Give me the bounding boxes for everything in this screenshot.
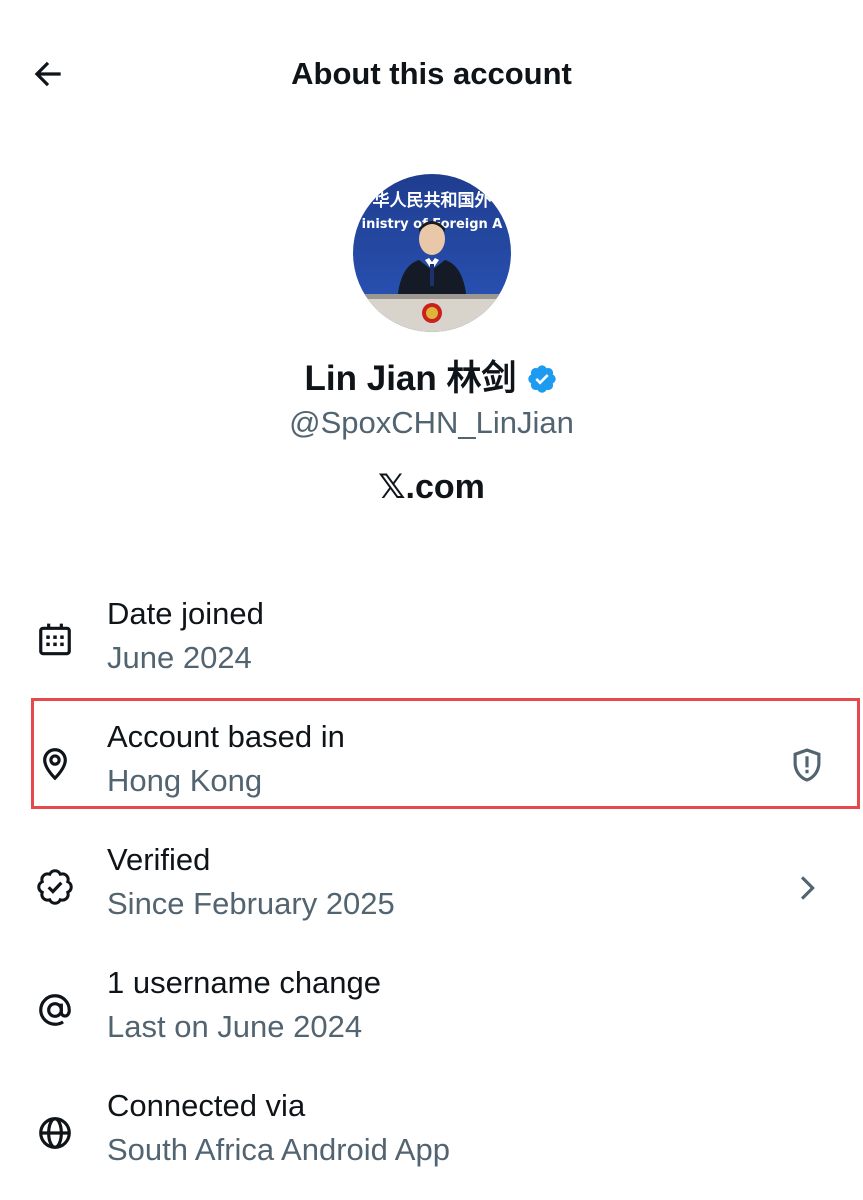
shield-alert-icon[interactable] xyxy=(785,743,829,787)
globe-icon xyxy=(34,1112,76,1154)
row-connected-via: Connected via South Africa Android App xyxy=(0,1082,863,1186)
chevron-right-icon[interactable] xyxy=(785,866,829,910)
verified-badge-icon[interactable] xyxy=(526,363,558,395)
website-link[interactable]: 𝕏.com xyxy=(0,464,863,510)
avatar[interactable]: 华人民共和国外 inistry of Foreign A xyxy=(353,174,511,332)
page-title: About this account xyxy=(291,56,572,91)
account-handle: @SpoxCHN_LinJian xyxy=(289,405,574,440)
row-title: Verified xyxy=(107,842,211,877)
location-pin-icon xyxy=(34,743,76,785)
row-title: Date joined xyxy=(107,596,264,631)
calendar-icon xyxy=(34,620,76,662)
at-sign-icon xyxy=(34,989,76,1031)
row-verified[interactable]: Verified Since February 2025 xyxy=(0,836,863,940)
profile-photo: 华人民共和国外 inistry of Foreign A xyxy=(353,174,511,332)
row-title: 1 username change xyxy=(107,965,382,1000)
row-subtitle: Since February 2025 xyxy=(107,886,395,921)
row-subtitle: South Africa Android App xyxy=(107,1132,450,1167)
row-subtitle: June 2024 xyxy=(107,640,252,675)
row-title: Connected via xyxy=(107,1088,306,1123)
verified-check-icon xyxy=(34,866,76,908)
row-subtitle: Hong Kong xyxy=(107,763,263,798)
row-title: Account based in xyxy=(107,719,345,754)
row-date-joined: Date joined June 2024 xyxy=(0,590,863,694)
svg-text:华人民共和国外: 华人民共和国外 xyxy=(373,190,492,211)
display-name-text: Lin Jian 林剑 xyxy=(304,359,517,398)
display-name: Lin Jian 林剑 xyxy=(0,356,863,402)
row-username-change: 1 username change Last on June 2024 xyxy=(0,959,863,1063)
row-subtitle: Last on June 2024 xyxy=(107,1009,363,1044)
row-account-based-in: Account based in Hong Kong xyxy=(0,713,863,817)
